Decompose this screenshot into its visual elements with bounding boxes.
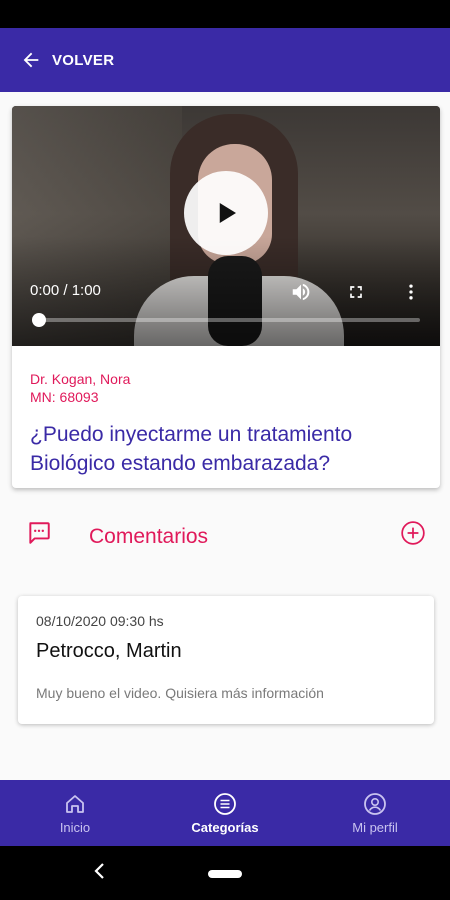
system-home-button[interactable] (208, 870, 242, 878)
doctor-license: MN: 68093 (30, 389, 99, 405)
video-progress-bar[interactable] (32, 313, 420, 327)
account-icon (364, 792, 386, 815)
comment-text: Muy bueno el video. Quisiera más informa… (36, 685, 324, 701)
arrow-back-icon (23, 52, 39, 68)
video-info: Dr. Kogan, Nora MN: 68093 ¿Puedo inyecta… (12, 346, 440, 478)
progress-knob[interactable] (32, 313, 46, 327)
video-player[interactable]: 0:00 / 1:00 (12, 106, 440, 346)
system-navigation-bar (0, 846, 450, 900)
nav-item-categorias[interactable]: Categorías (150, 780, 300, 846)
status-bar (0, 0, 450, 28)
nav-item-mi-perfil[interactable]: Mi perfil (300, 780, 450, 846)
comments-header: Comentarios (0, 506, 450, 566)
nav-item-inicio[interactable]: Inicio (0, 780, 150, 846)
comment-author: Petrocco, Martin (36, 640, 182, 662)
back-button[interactable]: VOLVER (20, 49, 114, 71)
add-comment-icon[interactable] (400, 520, 426, 546)
fullscreen-icon (350, 286, 362, 298)
content-area: 0:00 / 1:00 Dr. Kogan, Nora MN: 68093 ¿P… (0, 92, 450, 780)
comment-card: 08/10/2020 09:30 hs Petrocco, Martin Muy… (18, 596, 434, 724)
list-icon (214, 792, 236, 815)
video-time: 0:00 / 1:00 (30, 282, 101, 299)
nav-label-mi-perfil: Mi perfil (352, 819, 398, 835)
system-back-icon[interactable] (92, 862, 108, 880)
nav-label-categorias: Categorías (191, 819, 259, 835)
play-icon (219, 203, 236, 223)
volume-button[interactable] (288, 280, 314, 304)
video-title: ¿Puedo inyectarme un tratamiento Biológi… (30, 423, 353, 475)
more-vert-icon (409, 284, 413, 300)
volume-icon (292, 283, 310, 301)
video-card: 0:00 / 1:00 Dr. Kogan, Nora MN: 68093 ¿P… (12, 106, 440, 488)
more-options-button[interactable] (398, 280, 424, 304)
home-icon (66, 794, 84, 813)
bottom-navigation: Inicio Categorías Mi perfil (0, 780, 450, 846)
doctor-name: Dr. Kogan, Nora (30, 371, 131, 387)
play-button[interactable] (184, 171, 268, 255)
comments-heading: Comentarios (89, 525, 209, 548)
nav-label-inicio: Inicio (59, 819, 91, 835)
comment-date: 08/10/2020 09:30 hs (36, 613, 164, 629)
fullscreen-button[interactable] (343, 280, 369, 304)
chat-icon (29, 522, 50, 544)
back-label: VOLVER (52, 51, 115, 69)
app-bar: VOLVER (0, 28, 450, 92)
